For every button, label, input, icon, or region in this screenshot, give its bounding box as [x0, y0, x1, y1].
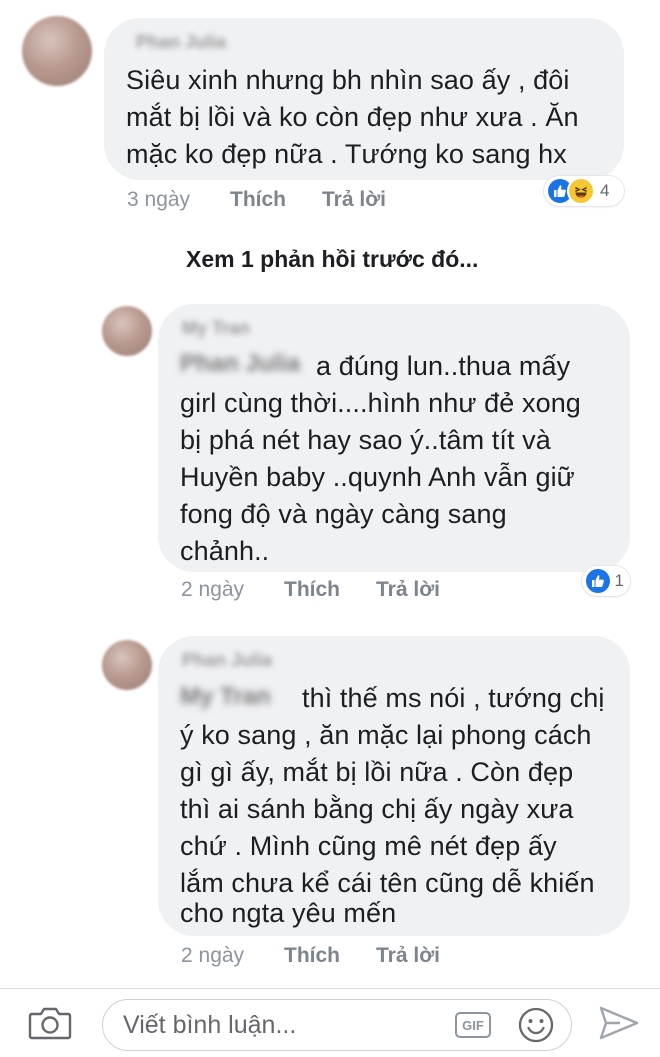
send-icon[interactable]	[598, 1005, 640, 1046]
comment-line: Siêu xinh nhưng bh nhìn sao ấy , đôi	[126, 65, 570, 95]
like-button[interactable]: Thích	[284, 944, 340, 968]
author-name-blurred[interactable]: Phan Julia	[136, 32, 226, 53]
like-button[interactable]: Thích	[284, 578, 340, 602]
view-previous-replies-link[interactable]: Xem 1 phản hồi trước đó...	[186, 246, 478, 273]
sticker-icon[interactable]	[517, 1006, 555, 1049]
reply-button[interactable]: Trả lời	[322, 188, 386, 212]
reply-line: fong độ và ngày càng sang	[180, 499, 507, 529]
comment-time[interactable]: 2 ngày	[181, 578, 244, 602]
reply-button[interactable]: Trả lời	[376, 944, 440, 968]
gif-icon[interactable]: GIF	[455, 1012, 491, 1038]
comment-line: mắt bị lồi và ko còn đẹp như xưa . Ăn	[126, 102, 579, 132]
reply-line: bị phá nét hay sao ý..tâm tít và	[180, 425, 551, 455]
reply-line: gì gì ấy, mắt bị lồi nữa . Còn đẹp	[180, 757, 574, 787]
reply-line: chảnh..	[180, 536, 270, 566]
author-name-blurred[interactable]: Phan Julia	[182, 650, 272, 671]
reaction-summary[interactable]: 4	[544, 176, 624, 206]
avatar[interactable]	[102, 640, 152, 690]
reply-line: a đúng lun..thua mấy	[316, 351, 571, 381]
mention-tag-blurred[interactable]: Phan Julia	[180, 350, 300, 378]
mention-tag-blurred[interactable]: My Tran	[180, 683, 271, 711]
reply-line: thì ai sánh bằng chị ấy ngày xưa	[180, 794, 574, 824]
reaction-summary[interactable]: 1	[582, 566, 630, 596]
avatar[interactable]	[102, 306, 152, 356]
reply-line: thì thế ms nói , tướng chị	[302, 683, 605, 713]
reply-line: ý ko sang , ăn mặc lại phong cách	[180, 720, 592, 750]
comment-input-placeholder: Viết bình luận...	[123, 1011, 297, 1039]
comment-line: mặc ko đẹp nữa . Tướng ko sang hx	[126, 139, 567, 169]
reply-line: Huyền baby ..quynh Anh vẫn giữ	[180, 462, 575, 492]
avatar[interactable]	[22, 16, 92, 86]
comment-time[interactable]: 3 ngày	[127, 188, 190, 212]
like-icon	[586, 569, 610, 593]
reply-line: chứ . Mình cũng mê nét đẹp ấy	[180, 831, 557, 861]
camera-icon[interactable]	[28, 1005, 72, 1046]
reaction-count: 4	[600, 181, 610, 200]
haha-icon	[567, 177, 595, 205]
like-button[interactable]: Thích	[230, 188, 286, 212]
comment-input[interactable]: Viết bình luận... GIF	[102, 999, 572, 1051]
reply-button[interactable]: Trả lời	[376, 578, 440, 602]
author-name-blurred[interactable]: My Tran	[182, 318, 250, 339]
reaction-count: 1	[614, 571, 624, 590]
comment-time[interactable]: 2 ngày	[181, 944, 244, 968]
reply-line: cho ngta yêu mến	[180, 898, 397, 928]
reply-line: girl cùng thời....hình như đẻ xong	[180, 388, 581, 418]
comment-composer: Viết bình luận... GIF	[0, 988, 660, 1057]
